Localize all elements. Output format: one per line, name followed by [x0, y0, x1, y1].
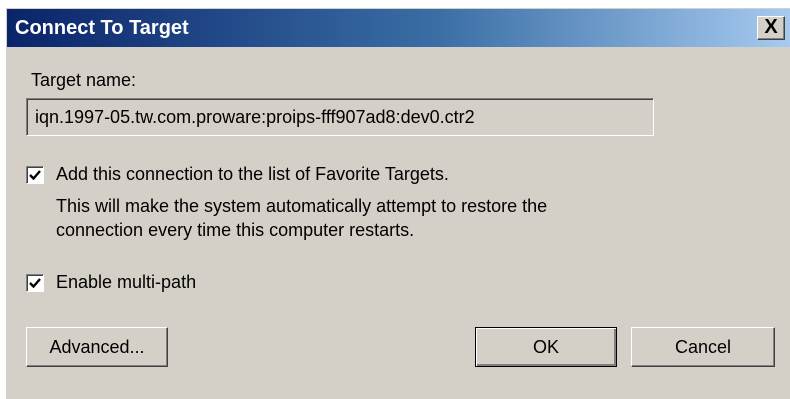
target-name-label: Target name:: [31, 70, 137, 90]
connect-to-target-dialog: Connect To Target X Target name: Add thi…: [5, 7, 790, 399]
dialog-title: Connect To Target: [15, 17, 189, 39]
multipath-checkbox-label[interactable]: Enable multi-path: [56, 271, 196, 293]
title-bar: Connect To Target X: [7, 9, 790, 47]
favorites-checkbox[interactable]: [26, 166, 44, 184]
favorites-description-line2: connection every time this computer rest…: [56, 220, 415, 240]
cancel-button[interactable]: Cancel: [631, 327, 775, 367]
close-button[interactable]: X: [757, 16, 785, 40]
checkmark-icon: [29, 170, 41, 181]
multipath-checkbox[interactable]: [26, 274, 44, 292]
target-name-field[interactable]: [26, 98, 654, 136]
favorites-description-line1: This will make the system automatically …: [56, 196, 548, 216]
favorites-checkbox-label[interactable]: Add this connection to the list of Favor…: [56, 163, 449, 185]
advanced-button[interactable]: Advanced...: [26, 327, 168, 367]
checkmark-icon: [29, 278, 41, 289]
ok-button[interactable]: OK: [475, 327, 617, 367]
